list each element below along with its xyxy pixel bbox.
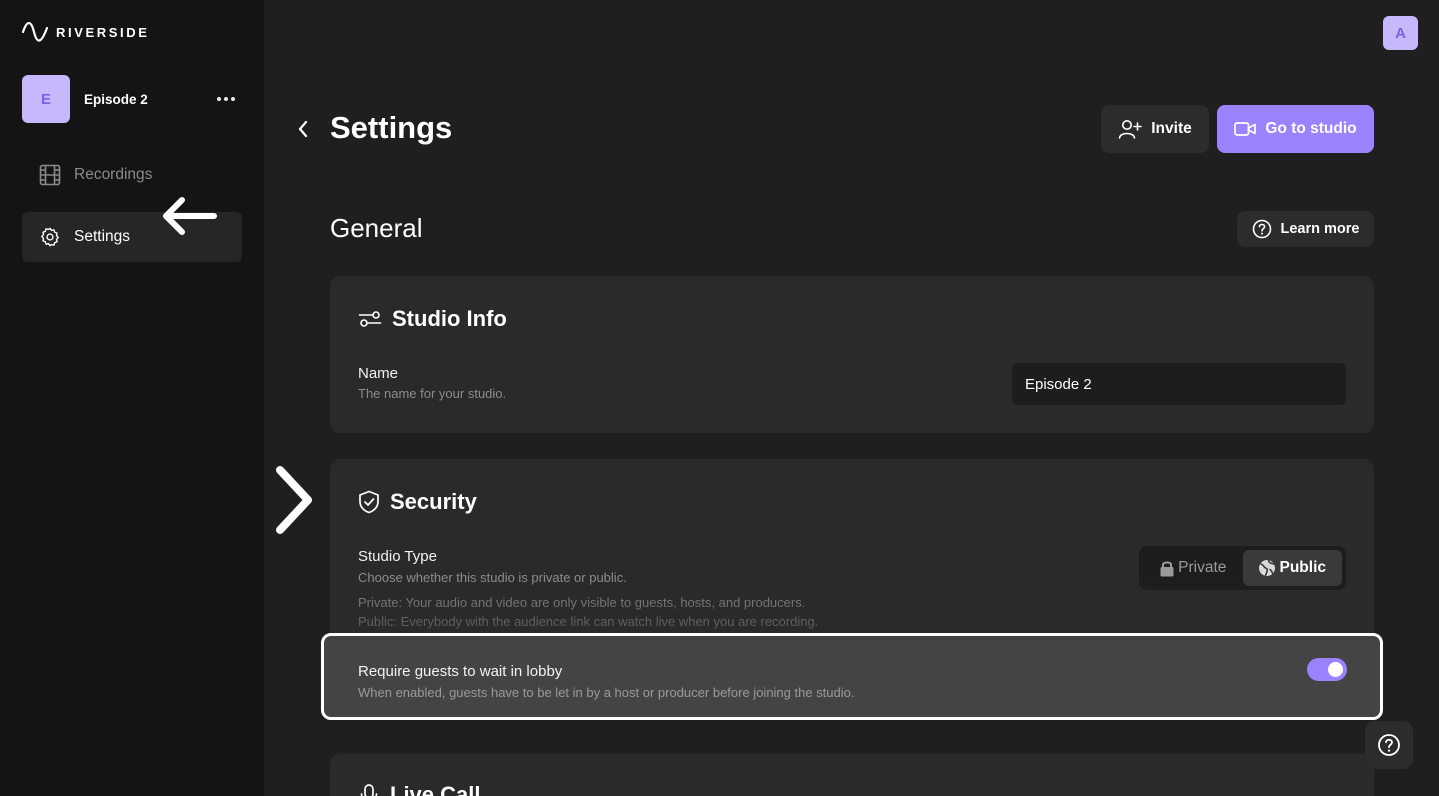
- security-header: Security: [358, 489, 477, 515]
- shield-check-icon: [359, 490, 379, 514]
- more-options-button[interactable]: [216, 89, 236, 109]
- live-call-card: Live Call: [330, 754, 1374, 796]
- lobby-setting-row: Require guests to wait in lobby When ena…: [321, 633, 1383, 720]
- public-description: Public: Everybody with the audience link…: [358, 614, 819, 629]
- learn-more-label: Learn more: [1280, 221, 1360, 237]
- invite-button[interactable]: Invite: [1101, 105, 1209, 153]
- help-button[interactable]: [1365, 721, 1413, 769]
- help-circle-icon: [1378, 734, 1400, 756]
- private-label: Private: [1178, 559, 1227, 576]
- project-avatar: E: [22, 75, 70, 123]
- sidebar: RIVERSIDE E Episode 2 Recordings Setting…: [0, 0, 264, 796]
- studio-info-title: Studio Info: [392, 306, 507, 331]
- lock-icon: [1160, 561, 1174, 577]
- project-selector[interactable]: E Episode 2: [22, 75, 242, 123]
- lobby-toggle[interactable]: [1307, 658, 1347, 681]
- learn-more-button[interactable]: Learn more: [1237, 211, 1374, 247]
- help-circle-icon: [1252, 219, 1271, 239]
- back-button[interactable]: [292, 118, 314, 140]
- security-title: Security: [390, 489, 477, 514]
- go-to-studio-label: Go to studio: [1265, 120, 1357, 137]
- lobby-label: Require guests to wait in lobby: [358, 663, 563, 680]
- add-user-icon: [1118, 120, 1143, 139]
- studio-type-toggle: Private Public: [1139, 546, 1346, 590]
- live-call-title: Live Call: [390, 782, 481, 796]
- name-description: The name for your studio.: [358, 386, 507, 401]
- more-dots-icon: [217, 97, 221, 101]
- section-title-general: General: [330, 213, 423, 243]
- project-name: Episode 2: [84, 91, 148, 107]
- riverside-logo[interactable]: RIVERSIDE: [22, 22, 149, 42]
- private-description: Private: Your audio and video are only v…: [358, 595, 806, 610]
- globe-icon: [1259, 559, 1276, 577]
- gear-icon: [41, 227, 59, 247]
- studio-info-header: Studio Info: [358, 306, 507, 332]
- wave-logo-icon: [22, 22, 48, 42]
- microphone-icon: [360, 784, 378, 796]
- public-option[interactable]: Public: [1242, 550, 1342, 586]
- private-option[interactable]: Private: [1143, 550, 1243, 586]
- live-call-header: Live Call: [358, 782, 480, 796]
- lobby-description: When enabled, guests have to be let in b…: [358, 685, 855, 700]
- app-root: RIVERSIDE E Episode 2 Recordings Setting…: [0, 0, 1439, 796]
- public-label: Public: [1279, 559, 1326, 576]
- sidebar-item-label: Recordings: [74, 166, 153, 183]
- user-avatar[interactable]: A: [1383, 16, 1418, 50]
- video-camera-icon: [1234, 122, 1257, 136]
- invite-label: Invite: [1151, 120, 1192, 137]
- name-label: Name: [358, 365, 399, 382]
- arrow-left-icon: [163, 197, 217, 235]
- chevron-left-icon: [298, 120, 308, 138]
- sidebar-item-label: Settings: [74, 228, 131, 245]
- sliders-icon: [358, 311, 382, 327]
- studio-info-card: Studio Info Name The name for your studi…: [330, 276, 1374, 433]
- film-icon: [39, 164, 61, 186]
- logo-text: RIVERSIDE: [56, 24, 150, 40]
- page-title: Settings: [330, 110, 453, 145]
- go-to-studio-button[interactable]: Go to studio: [1217, 105, 1374, 153]
- more-dots-icon: [231, 97, 235, 101]
- chevron-right-icon: [276, 466, 312, 534]
- more-dots-icon: [224, 97, 228, 101]
- sidebar-item-recordings[interactable]: Recordings: [22, 150, 242, 200]
- studio-name-input[interactable]: [1012, 363, 1346, 405]
- studio-type-description: Choose whether this studio is private or…: [358, 570, 627, 585]
- toggle-knob: [1328, 662, 1343, 677]
- studio-type-label: Studio Type: [358, 548, 437, 565]
